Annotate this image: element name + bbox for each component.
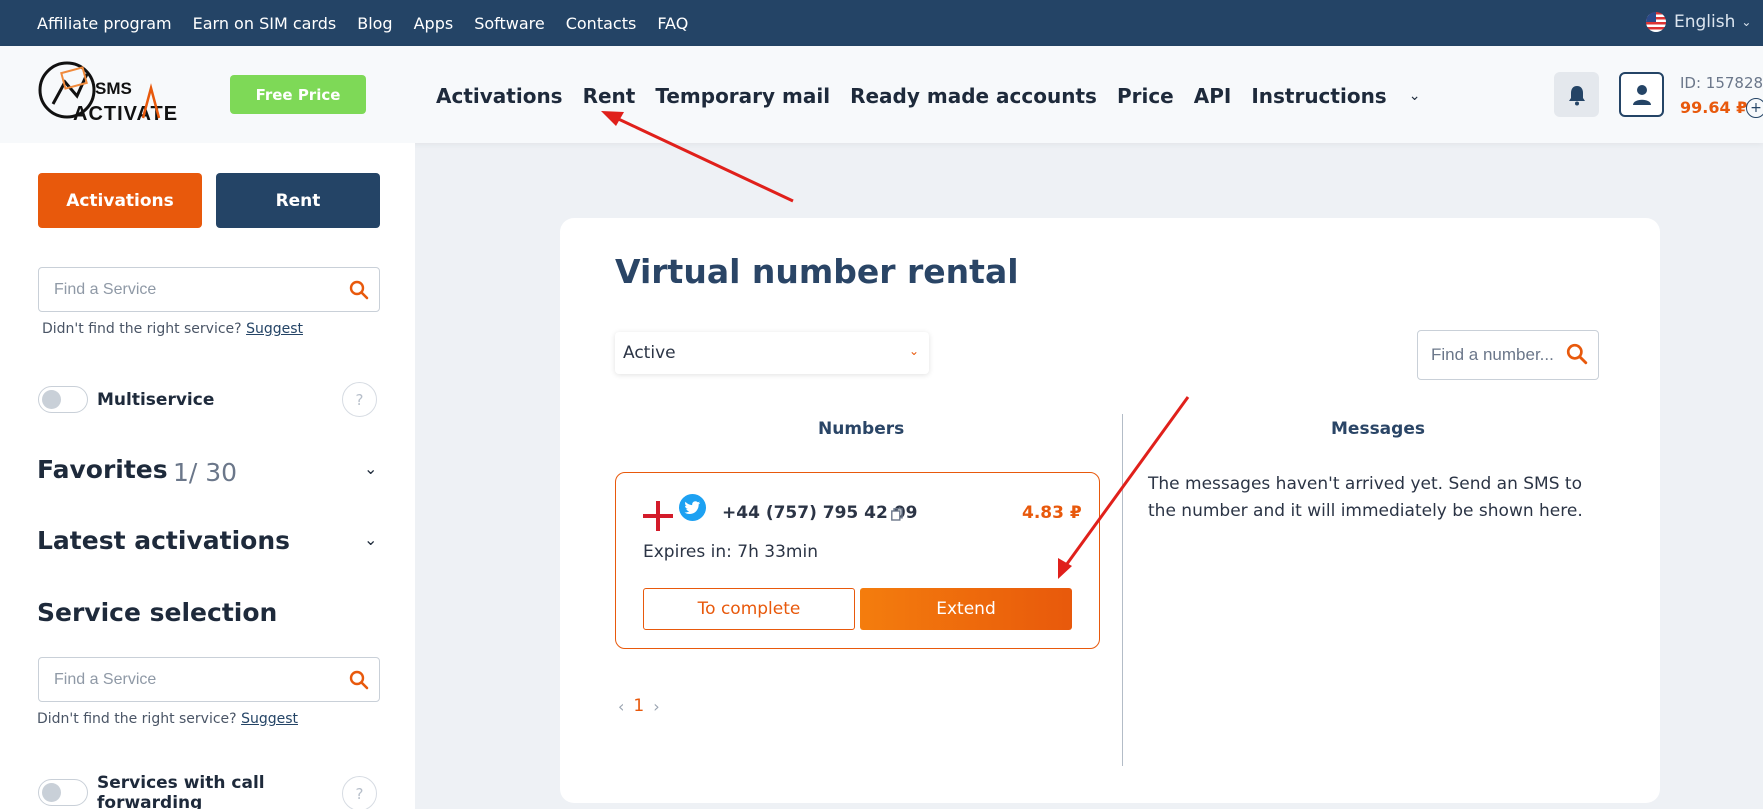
prev-page-icon[interactable]: ‹ (618, 697, 624, 716)
top-link-affiliate[interactable]: Affiliate program (37, 14, 172, 33)
bell-icon (1568, 85, 1585, 105)
complete-button[interactable]: To complete (643, 588, 855, 630)
sidebar: Activations Rent Didn't find the right s… (0, 143, 415, 809)
page-title: Virtual number rental (615, 252, 1019, 291)
suggest-hint-text: Didn't find the right service? (42, 321, 242, 337)
call-forwarding-toggle[interactable] (38, 779, 88, 806)
top-link-faq[interactable]: FAQ (657, 14, 688, 33)
top-link-apps[interactable]: Apps (414, 14, 454, 33)
column-divider (1122, 414, 1123, 766)
call-forwarding-label: Services with call forwarding (97, 773, 265, 809)
favorites-chevron-icon[interactable]: ⌄ (364, 459, 377, 478)
logo-text-bottom: ACTIVATE (73, 103, 178, 125)
account-balance: 99.64 ₽ (1680, 98, 1748, 117)
phone-number: +44 (757) 795 42 09 (722, 503, 918, 523)
header: SMS ACTIVATE Free Price Activations Rent… (0, 46, 1763, 143)
logo[interactable]: SMS ACTIVATE (37, 60, 200, 128)
top-bar: Affiliate program Earn on SIM cards Blog… (0, 0, 1763, 46)
rental-card: Virtual number rental Active ⌄ Numbers M… (560, 218, 1660, 803)
latest-activations-title[interactable]: Latest activations (37, 526, 290, 555)
suggest-hint-2: Didn't find the right service? Suggest (37, 711, 298, 727)
top-link-software[interactable]: Software (474, 14, 545, 33)
nav-more-chevron-icon[interactable]: ⌄ (1409, 88, 1421, 104)
nav-temporary-mail[interactable]: Temporary mail (655, 84, 830, 108)
service-search-input[interactable] (39, 280, 329, 299)
tab-activations[interactable]: Activations (38, 173, 202, 228)
language-label: English (1674, 12, 1736, 32)
nav-api[interactable]: API (1194, 84, 1232, 108)
logo-text-top: SMS (95, 79, 132, 98)
top-links: Affiliate program Earn on SIM cards Blog… (37, 14, 709, 33)
service-search (38, 267, 380, 312)
service-selection-title: Service selection (37, 598, 278, 627)
messages-empty-text: The messages haven't arrived yet. Send a… (1148, 474, 1583, 521)
search-icon[interactable] (1566, 343, 1588, 365)
nav-instructions[interactable]: Instructions (1251, 84, 1386, 108)
multiservice-toggle[interactable] (38, 386, 88, 413)
main-nav: Activations Rent Temporary mail Ready ma… (436, 84, 1420, 108)
search-icon[interactable] (349, 670, 369, 690)
multiservice-help-icon[interactable]: ? (342, 382, 377, 417)
service-selection-search (38, 657, 380, 702)
nav-ready-accounts[interactable]: Ready made accounts (850, 84, 1097, 108)
status-select-value: Active (623, 343, 676, 363)
tab-rent[interactable]: Rent (216, 173, 380, 228)
top-link-earn-sim[interactable]: Earn on SIM cards (193, 14, 337, 33)
user-icon (1632, 84, 1651, 105)
top-link-contacts[interactable]: Contacts (566, 14, 637, 33)
chevron-down-icon: ⌄ (1741, 15, 1752, 29)
numbers-column-header: Numbers (818, 419, 905, 439)
search-icon[interactable] (349, 280, 369, 300)
england-flag-icon (643, 501, 673, 531)
free-price-button[interactable]: Free Price (230, 75, 366, 114)
expires-text: Expires in: 7h 33min (643, 542, 818, 562)
top-up-plus-icon[interactable]: + (1746, 98, 1763, 118)
number-search (1417, 330, 1599, 380)
favorites-title[interactable]: Favorites (37, 455, 168, 484)
favorites-count: 1/ 30 (173, 458, 238, 487)
multiservice-label: Multiservice (97, 390, 215, 410)
suggest-link[interactable]: Suggest (246, 321, 303, 337)
profile-button[interactable] (1619, 72, 1664, 117)
nav-price[interactable]: Price (1117, 84, 1174, 108)
us-flag-icon (1646, 12, 1666, 32)
suggest-hint: Didn't find the right service? Suggest (42, 321, 303, 337)
number-search-input[interactable] (1418, 345, 1558, 365)
status-select[interactable]: Active ⌄ (615, 332, 929, 374)
nav-rent[interactable]: Rent (583, 84, 636, 108)
language-selector[interactable]: English ⌄ (1646, 12, 1751, 32)
copy-icon[interactable] (891, 508, 903, 521)
service-selection-input[interactable] (39, 670, 329, 689)
account-id: ID: 1578287 (1680, 74, 1763, 92)
latest-activations-chevron-icon[interactable]: ⌄ (364, 530, 377, 549)
extend-button[interactable]: Extend (860, 588, 1072, 630)
page-number[interactable]: 1 (633, 696, 644, 716)
notifications-button[interactable] (1554, 72, 1599, 117)
messages-column-header: Messages (1331, 419, 1425, 439)
chevron-down-icon: ⌄ (908, 344, 919, 358)
pagination: ‹ 1 › (618, 696, 660, 716)
rental-number-card: +44 (757) 795 42 09 4.83 ₽ Expires in: 7… (615, 472, 1100, 649)
next-page-icon[interactable]: › (653, 697, 659, 716)
twitter-icon (679, 494, 706, 521)
rental-price: 4.83 ₽ (1022, 503, 1082, 523)
call-forwarding-help-icon[interactable]: ? (342, 776, 377, 809)
nav-activations[interactable]: Activations (436, 84, 563, 108)
top-link-blog[interactable]: Blog (357, 14, 392, 33)
suggest-link-2[interactable]: Suggest (241, 711, 298, 727)
suggest-hint-text-2: Didn't find the right service? (37, 711, 237, 727)
